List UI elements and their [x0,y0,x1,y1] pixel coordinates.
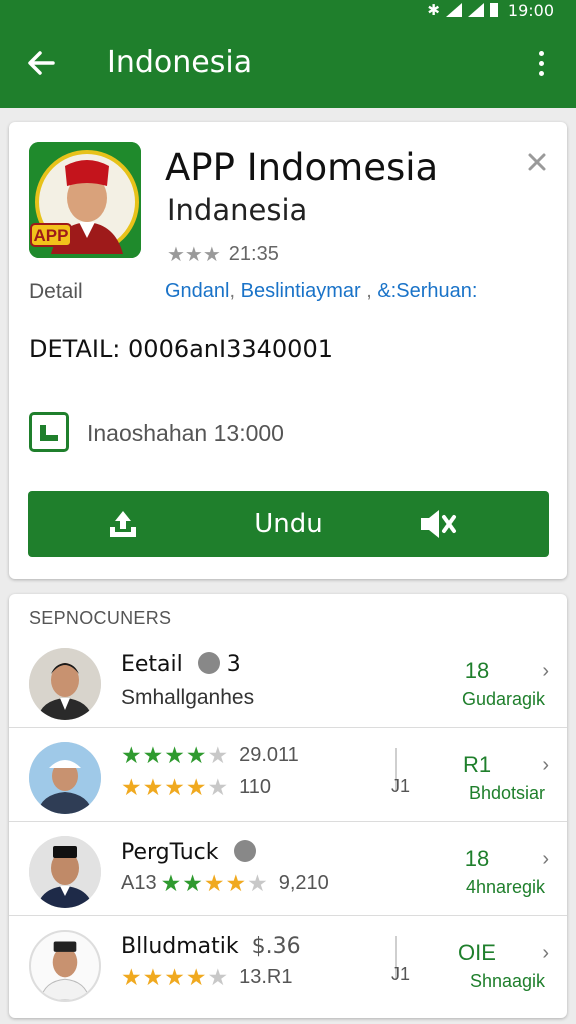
detail-label: Detail [29,280,83,303]
list-item-caption: Bhdotsiar [468,783,545,803]
list-item[interactable]: Blludmatik $.36 ★★★★ ★ 13.R1 J1 OIE Shnaa… [9,916,567,1010]
app-bar: Indonesia [0,20,576,108]
list-item-count: 3 [226,652,241,677]
list-item-name: Eetail [121,652,183,677]
rating-stars: ★★★★ ★ 13.R1 [121,964,293,990]
list-item-name: Blludmatik [121,934,239,959]
list-item[interactable]: Eetail 3 Smhallganhes 18 Gudaragik › [9,634,567,728]
list-item-number: OIE [458,940,496,965]
list-item[interactable]: ★★★★ ★ 29.011 ★★★★ ★ 110 J1 R1 Bhdotsiar › [9,728,567,822]
back-button[interactable] [24,46,58,80]
rating-prefix: A13 [121,872,157,894]
rating-value: 13.R1 [239,966,293,988]
speaker-icon [421,510,456,538]
list-item-caption: Shnaagik [469,971,545,991]
app-rating-value: 21:35 [228,243,279,265]
avatar [29,648,101,720]
related-list-card: SEPNOCUNERS Eetail 3 Smhallganhes 18 Gud… [9,594,567,1018]
rating-stars: A13 ★★ ★★ ★ 9,210 [121,870,329,896]
install-button[interactable]: Undu [28,491,549,557]
app-rating: ★★★ 21:35 [167,242,279,267]
list-item-subtitle: Smhallganhes [121,686,255,709]
rating-value: 29.011 [239,744,299,766]
category-link-3[interactable]: &:Serhuan: [377,280,477,302]
status-icons: ✱ 19:00 [427,0,554,20]
star-icon: ★★★★ [121,774,208,800]
chevron-right-icon: › [542,754,549,776]
app-detail-card: APP APP Indomesia Indanesia ★★★ 21:35 De… [9,122,567,579]
app-icon: APP [29,142,141,258]
rating-value: 110 [239,776,271,798]
rating-value: 9,210 [278,872,329,894]
battery-icon [489,3,498,17]
star-icon: ★★★★ [121,742,208,768]
avatar [29,836,101,908]
category-link-1[interactable]: Gndanl [165,280,230,302]
signal-icon [445,3,462,17]
category-link-2[interactable]: Beslintiaymar [241,280,361,302]
list-item-number: R1 [462,752,492,777]
star-icon: ★★★★ [121,964,208,990]
divider-text: J1 [391,964,411,984]
rating-stars: ★★★★ ★ 29.011 [121,742,299,768]
svg-text:APP: APP [34,226,69,245]
category-links: Gndanl, Beslintiaymar , &:Serhuan: [165,280,478,302]
list-item-caption: Gudaragik [461,689,545,709]
section-header: SEPNOCUNERS [29,608,172,628]
info-text: Inaoshahan 13:000 [87,420,284,446]
install-button-label: Undu [254,509,323,539]
detail-line: DETAIL: 0006anI3340001 [29,335,333,363]
status-time: 19:00 [507,0,554,20]
page-title: Indonesia [107,45,253,80]
list-item-number: 18 [464,846,490,871]
app-subtitle: Indanesia [167,193,308,227]
chevron-right-icon: › [542,942,549,964]
rating-stars: ★★★★ ★ 110 [121,774,271,800]
list-item-name: PergTuck [121,840,219,865]
avatar [29,742,101,814]
avatar [29,930,101,1002]
more-options-button[interactable] [526,46,556,80]
list-item[interactable]: PergTuck A13 ★★ ★★ ★ 9,210 18 4hnaregik › [9,822,567,916]
chevron-right-icon: › [542,848,549,870]
bluetooth-icon: ✱ [427,2,440,19]
close-icon [528,153,546,171]
list-item-number: 18 [464,658,490,683]
list-item-caption: 4hnaregik [465,877,545,897]
status-bar: ✱ 19:00 [0,0,576,20]
arrow-back-icon [28,51,55,75]
chevron-right-icon: › [542,660,549,682]
verified-icon [233,840,256,862]
star-icon: ★★★ [167,244,221,266]
document-icon [29,412,69,452]
star-icon: ★★ [160,870,204,896]
app-name: APP Indomesia [165,146,439,189]
list-item-price: $.36 [251,934,301,959]
divider-text: J1 [391,776,411,796]
verified-icon [197,652,220,674]
more-vert-icon [538,50,544,56]
close-button[interactable] [525,150,549,174]
signal-icon [467,3,484,17]
